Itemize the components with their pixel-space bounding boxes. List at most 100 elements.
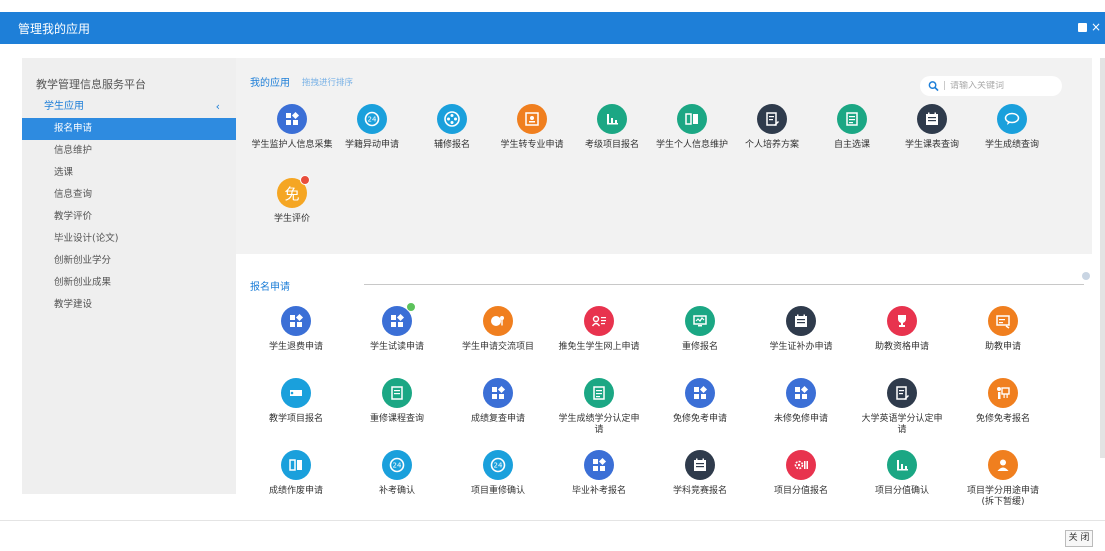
scrollbar[interactable] [1100,58,1105,458]
sidebar-platform-title: 教学管理信息服务平台 [36,78,146,91]
app-tile[interactable]: 毕业补考报名 [557,450,641,497]
app-tile[interactable]: 大学英语学分认定申请 [860,378,944,436]
app-label: 免修免考报名 [975,414,1030,424]
sort-hint: 拖拽进行排序 [302,78,354,88]
app-label: 学科竞赛报名 [672,486,727,496]
sidebar-item[interactable]: 创新创业学分 [22,250,236,272]
app-tile[interactable]: 学生证补办申请 [759,306,843,353]
app-tile[interactable]: 项目学分用途申请(拆下暂缓) [961,450,1045,508]
app-label: 学生成绩学分认定申请 [558,414,640,435]
app-tile[interactable]: 项目分值报名 [759,450,843,497]
book-icon [281,450,311,480]
app-label: 毕业补考报名 [571,486,626,496]
window-titlebar: 管理我的应用 × [0,12,1105,44]
close-button[interactable]: 关 闭 [1065,530,1093,547]
app-tile[interactable]: 重修课程查询 [355,378,439,425]
bar-chart-icon [597,104,627,134]
app-label: 学生证补办申请 [769,342,833,352]
grid-icon [483,378,513,408]
sidebar-item[interactable]: 信息查询 [22,184,236,206]
app-label: 考级项目报名 [584,140,639,150]
footer-divider [0,520,1105,521]
chevron-left-icon[interactable]: ‹ [216,98,220,116]
app-tile[interactable]: 学生退费申请 [254,306,338,353]
app-tile[interactable]: 24 补考确认 [355,450,439,497]
app-tile[interactable]: 成绩复查申请 [456,378,540,425]
grid-icon [584,450,614,480]
app-label: 项目分值报名 [773,486,828,496]
sidebar: 教学管理信息服务平台 学生应用 ‹ 报名申请 信息维护 选课 信息查询 教学评价… [22,58,236,494]
app-tile[interactable]: 项目分值确认 [860,450,944,497]
remove-badge-icon[interactable] [300,175,310,185]
app-tile[interactable]: 重修报名 [658,306,742,353]
app-tile[interactable]: 24 学籍异动申请 [330,104,414,151]
app-tile[interactable]: 学生申请交流项目 [456,306,540,353]
app-tile[interactable]: 24 项目重修确认 [456,450,540,497]
app-label: 成绩复查申请 [470,414,525,424]
app-label: 学生退费申请 [268,342,323,352]
svg-text:24: 24 [494,462,503,470]
sidebar-item[interactable]: 创新创业成果 [22,272,236,294]
id-card-icon [517,104,547,134]
section-divider [364,284,1084,285]
maximize-icon[interactable] [1077,22,1087,32]
sidebar-item[interactable]: 教学评价 [22,206,236,228]
app-label: 学生监护人信息采集 [251,140,333,150]
app-tile[interactable]: 未修免修申请 [759,378,843,425]
app-label: 项目学分用途申请(拆下暂缓) [966,486,1039,507]
app-tile[interactable]: 自主选课 [810,104,894,151]
sidebar-item[interactable]: 报名申请 [22,118,236,140]
calendar-icon [786,306,816,336]
app-tile[interactable]: 学生成绩查询 [970,104,1054,151]
app-tile[interactable]: 免修免考申请 [658,378,742,425]
app-label: 自主选课 [833,140,870,150]
calendar-icon [917,104,947,134]
app-label: 未修免修申请 [773,414,828,424]
app-tile[interactable]: 助教资格申请 [860,306,944,353]
app-tile[interactable]: 学科竞赛报名 [658,450,742,497]
sidebar-item[interactable]: 信息维护 [22,140,236,162]
app-tile[interactable]: 学生转专业申请 [490,104,574,151]
grid-icon [685,378,715,408]
search-box[interactable]: | [920,76,1062,96]
app-tile[interactable]: 个人培养方案 [730,104,814,151]
trophy-icon [887,306,917,336]
app-label: 个人培养方案 [744,140,799,150]
apply-section-title: 报名申请 [250,282,290,293]
app-tile[interactable]: 学生试读申请 [355,302,439,353]
app-tile[interactable]: 教学项目报名 [254,378,338,425]
app-tile[interactable]: 学生课表查询 [890,104,974,151]
app-tile[interactable]: 学生个人信息维护 [650,104,734,151]
app-tile[interactable]: 辅修报名 [410,104,494,151]
app-tile[interactable]: 学生监护人信息采集 [250,104,334,151]
bar-chart-icon [887,450,917,480]
search-icon[interactable] [928,80,939,92]
app-label: 学生课表查询 [904,140,959,150]
sidebar-item[interactable]: 教学建设 [22,294,236,316]
app-label: 大学英语学分认定申请 [861,414,943,435]
person-icon [988,450,1018,480]
calendar-icon [685,450,715,480]
app-tile[interactable]: 免学生评价 [250,175,334,225]
app-tile[interactable]: 助教申请 [961,306,1045,353]
apply-panel: 报名申请 学生退费申请 学生试读申请 学生申请交流项目 推免生学生网上申请 重修报名学生… [236,260,1092,518]
app-tile[interactable]: 免修免考报名 [961,378,1045,425]
add-badge-icon[interactable] [406,302,416,312]
search-input[interactable] [950,81,1062,91]
24-clock-icon: 24 [357,104,387,134]
app-label: 学生成绩查询 [984,140,1039,150]
sidebar-item[interactable]: 选课 [22,162,236,184]
notebook-icon [382,378,412,408]
svg-text:24: 24 [393,462,402,470]
sidebar-group-student-apps[interactable]: 学生应用 ‹ [22,98,236,116]
scroll-indicator-dot[interactable] [1082,272,1090,280]
app-tile[interactable]: 学生成绩学分认定申请 [557,378,641,436]
app-tile[interactable]: 成绩作废申请 [254,450,338,497]
close-icon[interactable]: × [1091,21,1101,33]
sidebar-item[interactable]: 毕业设计(论文) [22,228,236,250]
my-apps-title: 我的应用 [250,78,290,89]
app-tile[interactable]: 推免生学生网上申请 [557,306,641,353]
app-tile[interactable]: 考级项目报名 [570,104,654,151]
app-label: 项目重修确认 [470,486,525,496]
app-label: 助教资格申请 [874,342,929,352]
